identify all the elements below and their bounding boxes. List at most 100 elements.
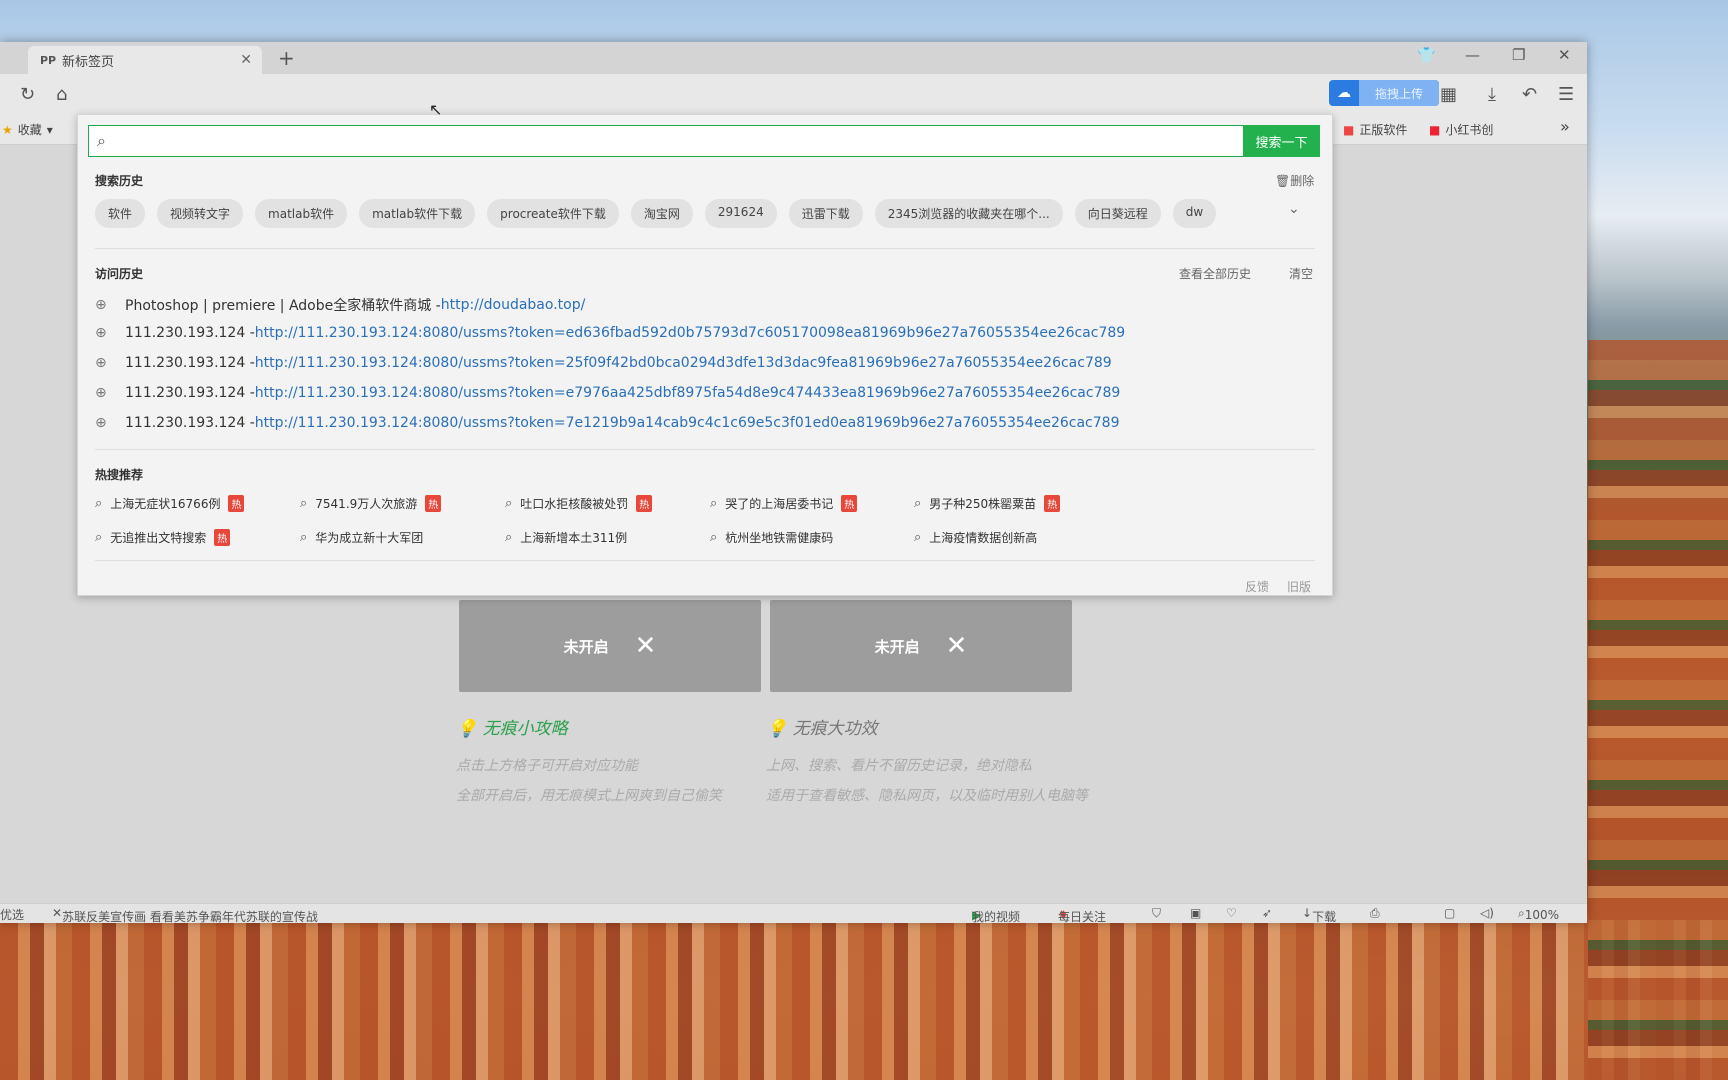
tips-left-title: 💡 无痕小攻略 bbox=[456, 714, 568, 739]
xiaohongshu-logo-icon: ■ bbox=[1429, 122, 1441, 137]
hot-search-text: 无追推出文特搜索 bbox=[110, 531, 207, 545]
home-icon[interactable]: ⌂ bbox=[56, 84, 67, 105]
minimize-icon[interactable]: — bbox=[1465, 46, 1480, 64]
browser-window: PP 新标签页 ✕ + 👕 — ❐ ✕ ↻ ⌂ ▦ ⤓ ↶ ☰ ★ 收藏 ▾ ■… bbox=[0, 42, 1587, 924]
history-chip[interactable]: 向日葵远程 bbox=[1074, 199, 1161, 228]
hot-search-text: 哭了的上海居委书记 bbox=[725, 497, 834, 511]
status-daily-label: 每日关注 bbox=[1058, 910, 1107, 924]
history-item[interactable]: ⊕ 111.230.193.124 - http://111.230.193.1… bbox=[95, 415, 1119, 431]
bookmark-official-software[interactable]: ■ 正版软件 bbox=[1343, 121, 1407, 138]
cloud-upload-extension[interactable]: ☁ 拖拽上传 bbox=[1329, 80, 1439, 106]
history-item[interactable]: ⊕ 111.230.193.124 - http://111.230.193.1… bbox=[95, 325, 1125, 341]
status-download[interactable]: ↓ 下载 bbox=[1302, 906, 1336, 924]
divider bbox=[95, 449, 1315, 450]
shield-icon[interactable]: ⛉ bbox=[1152, 906, 1161, 921]
globe-icon: ⊕ bbox=[95, 325, 107, 341]
printer-icon[interactable]: ⎙ bbox=[1370, 906, 1380, 921]
history-chip[interactable]: matlab软件下载 bbox=[359, 199, 476, 228]
window-icon[interactable]: ▢ bbox=[1444, 906, 1455, 920]
bookmark-xiaohongshu-label: 小红书创 bbox=[1445, 123, 1494, 137]
feedback-link[interactable]: 反馈 bbox=[1245, 578, 1269, 595]
search-button[interactable]: 搜索一下 bbox=[1243, 125, 1320, 157]
hot-search-text: 上海新增本土311例 bbox=[520, 531, 628, 545]
menu-icon[interactable]: ☰ bbox=[1558, 84, 1574, 105]
wallpaper-cliff bbox=[1588, 340, 1728, 1080]
address-suggestion-panel: ⌕ 搜索一下 搜索历史 🗑删除 软件 视频转文字 matlab软件 matlab… bbox=[77, 114, 1333, 596]
image-icon[interactable]: ▣ bbox=[1190, 906, 1201, 920]
search-icon: ⌕ bbox=[300, 530, 308, 545]
hot-search-title: 热搜推荐 bbox=[95, 468, 144, 482]
more-bookmarks-icon[interactable]: » bbox=[1560, 117, 1570, 136]
hot-search-item[interactable]: ⌕ 哭了的上海居委书记热 bbox=[710, 495, 858, 512]
search-history-chips: 软件 视频转文字 matlab软件 matlab软件下载 procreate软件… bbox=[95, 199, 1217, 228]
hot-search-item[interactable]: ⌕ 无追推出文特搜索热 bbox=[95, 529, 231, 546]
history-chip[interactable]: dw bbox=[1172, 199, 1217, 228]
history-chip[interactable]: 2345浏览器的收藏夹在哪个... bbox=[874, 199, 1063, 228]
tips-left-title-text: 无痕小攻略 bbox=[482, 719, 568, 739]
bookmark-xiaohongshu[interactable]: ■ 小红书创 bbox=[1429, 121, 1493, 138]
rocket-icon[interactable]: ➶ bbox=[1262, 906, 1272, 920]
bookmark-favorites[interactable]: ★ 收藏 ▾ bbox=[2, 121, 53, 138]
hot-search-item[interactable]: ⌕ 7541.9万人次旅游热 bbox=[300, 495, 442, 512]
upload-label: 拖拽上传 bbox=[1359, 80, 1439, 106]
close-window-icon[interactable]: ✕ bbox=[1558, 46, 1571, 64]
restore-icon[interactable]: ❐ bbox=[1512, 46, 1525, 64]
hot-search-item[interactable]: ⌕ 杭州坐地铁需健康码 bbox=[710, 529, 833, 546]
search-icon: ⌕ bbox=[95, 530, 103, 545]
lightbulb-icon: 💡 bbox=[766, 719, 788, 739]
divider bbox=[95, 560, 1315, 561]
hot-search-item[interactable]: ⌕ 上海新增本土311例 bbox=[505, 529, 627, 546]
hot-search-text: 吐口水拒核酸被处罚 bbox=[520, 497, 629, 511]
windows-logo-icon: ■ bbox=[1343, 122, 1355, 137]
history-item[interactable]: ⊕ 111.230.193.124 - http://111.230.193.1… bbox=[95, 385, 1120, 401]
refresh-icon[interactable]: ↻ bbox=[20, 84, 35, 105]
old-version-link[interactable]: 旧版 bbox=[1287, 578, 1311, 595]
tab-close-icon[interactable]: ✕ bbox=[240, 52, 252, 68]
history-item-url: http://doudabao.top/ bbox=[440, 297, 586, 313]
feature-card-2[interactable]: 未开启 ✕ bbox=[770, 600, 1072, 692]
health-icon[interactable]: ♡ bbox=[1226, 906, 1237, 920]
tab-new-tab[interactable]: PP 新标签页 ✕ bbox=[28, 46, 262, 74]
hot-search-item[interactable]: ⌕ 上海无症状16766例热 bbox=[95, 495, 245, 512]
skin-icon[interactable]: 👕 bbox=[1417, 46, 1436, 64]
wallpaper-rocks bbox=[0, 920, 1728, 1080]
history-chip[interactable]: 软件 bbox=[95, 199, 146, 228]
history-chip[interactable]: procreate软件下载 bbox=[487, 199, 619, 228]
search-history-title: 搜索历史 bbox=[95, 174, 144, 188]
globe-icon: ⊕ bbox=[95, 355, 107, 371]
view-all-history-link[interactable]: 查看全部历史 bbox=[1179, 265, 1251, 282]
history-chip[interactable]: 291624 bbox=[704, 199, 777, 228]
download-icon[interactable]: ⤓ bbox=[1488, 84, 1496, 105]
history-item-title: 111.230.193.124 - bbox=[125, 325, 255, 341]
tab-title: 新标签页 bbox=[62, 54, 115, 70]
history-chip[interactable]: 迅雷下载 bbox=[788, 199, 863, 228]
expand-chevron-icon[interactable]: ⌄ bbox=[1288, 201, 1300, 217]
status-pick[interactable]: 优选 bbox=[0, 906, 24, 923]
history-item[interactable]: ⊕ Photoshop | premiere | Adobe全家桶软件商城 - … bbox=[95, 295, 585, 315]
hot-search-item[interactable]: ⌕ 吐口水拒核酸被处罚热 bbox=[505, 495, 653, 512]
history-chip[interactable]: 视频转文字 bbox=[157, 199, 244, 228]
hot-search-item[interactable]: ⌕ 男子种250株罂粟苗热 bbox=[914, 495, 1061, 512]
history-item[interactable]: ⊕ 111.230.193.124 - http://111.230.193.1… bbox=[95, 355, 1112, 371]
address-input[interactable] bbox=[113, 132, 1244, 150]
history-chip[interactable]: matlab软件 bbox=[255, 199, 348, 228]
tab-bar: PP 新标签页 ✕ + 👕 — ❐ ✕ bbox=[0, 42, 1587, 74]
history-item-title: Photoshop | premiere | Adobe全家桶软件商城 - bbox=[125, 298, 441, 314]
status-zoom-value: 100% bbox=[1524, 908, 1560, 922]
clear-history-link[interactable]: 清空 bbox=[1289, 265, 1313, 282]
hot-search-text: 杭州坐地铁需健康码 bbox=[725, 531, 834, 545]
address-input-box[interactable]: ⌕ bbox=[88, 125, 1244, 157]
lightbulb-icon: 💡 bbox=[456, 719, 478, 739]
trash-icon: 🗑 bbox=[1275, 174, 1291, 188]
undo-icon[interactable]: ↶ bbox=[1522, 84, 1537, 105]
hot-search-item[interactable]: ⌕ 上海疫情数据创新高 bbox=[914, 529, 1037, 546]
volume-icon[interactable]: ◁) bbox=[1480, 906, 1494, 920]
status-news[interactable]: ✕ 苏联反美宣传画 看看美苏争霸年代苏联的宣传战 bbox=[52, 906, 318, 924]
new-tab-icon[interactable]: + bbox=[278, 46, 295, 70]
delete-history-button[interactable]: 🗑删除 bbox=[1275, 172, 1314, 189]
apps-grid-icon[interactable]: ▦ bbox=[1440, 84, 1457, 105]
hot-search-item[interactable]: ⌕ 华为成立新十大军团 bbox=[300, 529, 423, 546]
history-chip[interactable]: 淘宝网 bbox=[630, 199, 693, 228]
status-zoom[interactable]: ⌕ 100% bbox=[1518, 906, 1559, 922]
feature-card-1[interactable]: 未开启 ✕ bbox=[459, 600, 761, 692]
